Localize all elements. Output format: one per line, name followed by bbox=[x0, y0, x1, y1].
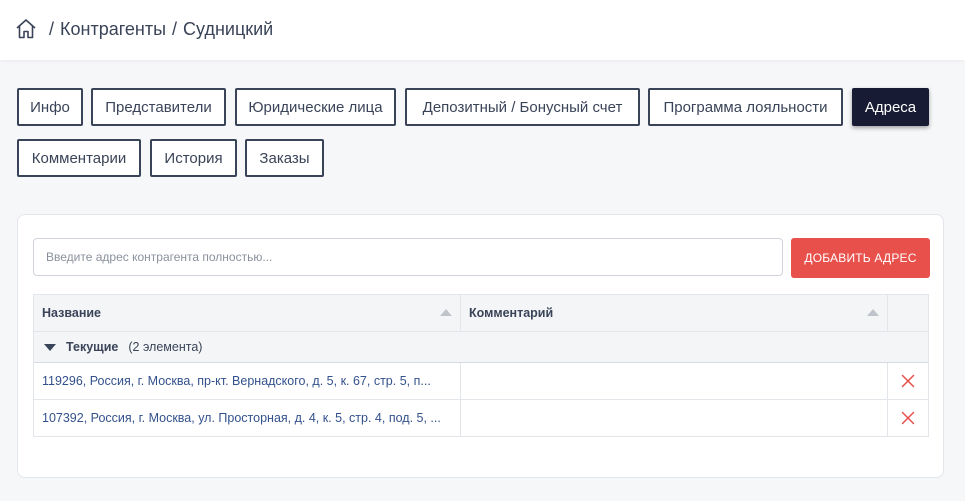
tab-comments[interactable]: Комментарии bbox=[17, 139, 141, 177]
tab-deposit-bonus[interactable]: Депозитный / Бонусный счет bbox=[405, 88, 640, 126]
breadcrumb-counterparties[interactable]: Контрагенты bbox=[60, 19, 166, 40]
group-row-current[interactable]: Текущие (2 элемента) bbox=[34, 332, 928, 363]
add-address-button[interactable]: ДОБАВИТЬ АДРЕС bbox=[791, 238, 930, 278]
table-header: Название Комментарий bbox=[34, 295, 928, 332]
column-header-label: Название bbox=[42, 306, 102, 320]
tab-legal-entities[interactable]: Юридические лица bbox=[235, 88, 396, 126]
group-label: Текущие bbox=[66, 340, 119, 354]
addresses-table: Название Комментарий Текущие (2 элемента… bbox=[33, 294, 929, 437]
column-header-label: Комментарий bbox=[469, 306, 554, 320]
address-cell: 107392, Россия, г. Москва, ул. Просторна… bbox=[34, 400, 461, 436]
address-link[interactable]: 119296, Россия, г. Москва, пр-кт. Вернад… bbox=[42, 374, 452, 388]
address-cell: 119296, Россия, г. Москва, пр-кт. Вернад… bbox=[34, 363, 461, 399]
page-header: / Контрагенты / Судницкий bbox=[0, 0, 965, 60]
column-header-actions bbox=[888, 295, 928, 331]
tab-loyalty-program[interactable]: Программа лояльности bbox=[648, 88, 843, 126]
breadcrumb-separator: / bbox=[172, 18, 178, 39]
tab-representatives[interactable]: Представители bbox=[91, 88, 226, 126]
table-row: 107392, Россия, г. Москва, ул. Просторна… bbox=[34, 400, 928, 436]
comment-cell[interactable] bbox=[461, 400, 888, 436]
addresses-card: ДОБАВИТЬ АДРЕС Название Комментарий Теку… bbox=[17, 214, 944, 478]
home-icon[interactable] bbox=[15, 18, 37, 40]
action-cell bbox=[888, 363, 928, 399]
action-cell bbox=[888, 400, 928, 436]
delete-icon[interactable] bbox=[901, 411, 915, 425]
sort-asc-icon[interactable] bbox=[867, 309, 879, 316]
table-row: 119296, Россия, г. Москва, пр-кт. Вернад… bbox=[34, 363, 928, 400]
delete-icon[interactable] bbox=[901, 374, 915, 388]
column-header-comment[interactable]: Комментарий bbox=[461, 295, 888, 331]
sort-asc-icon[interactable] bbox=[440, 309, 452, 316]
breadcrumb-current: Судницкий bbox=[183, 18, 274, 39]
caret-down-icon[interactable] bbox=[44, 343, 56, 351]
address-link[interactable]: 107392, Россия, г. Москва, ул. Просторна… bbox=[42, 411, 452, 425]
address-input[interactable] bbox=[33, 238, 783, 276]
comment-cell[interactable] bbox=[461, 363, 888, 399]
tab-addresses[interactable]: Адреса bbox=[852, 88, 929, 126]
tab-orders[interactable]: Заказы bbox=[245, 139, 324, 177]
group-count: (2 элемента) bbox=[128, 340, 203, 354]
column-header-name[interactable]: Название bbox=[34, 295, 461, 331]
breadcrumb: / Контрагенты / Судницкий bbox=[15, 16, 273, 42]
tab-history[interactable]: История bbox=[150, 139, 237, 177]
breadcrumb-separator: / bbox=[49, 18, 55, 39]
tab-info[interactable]: Инфо bbox=[17, 88, 83, 126]
